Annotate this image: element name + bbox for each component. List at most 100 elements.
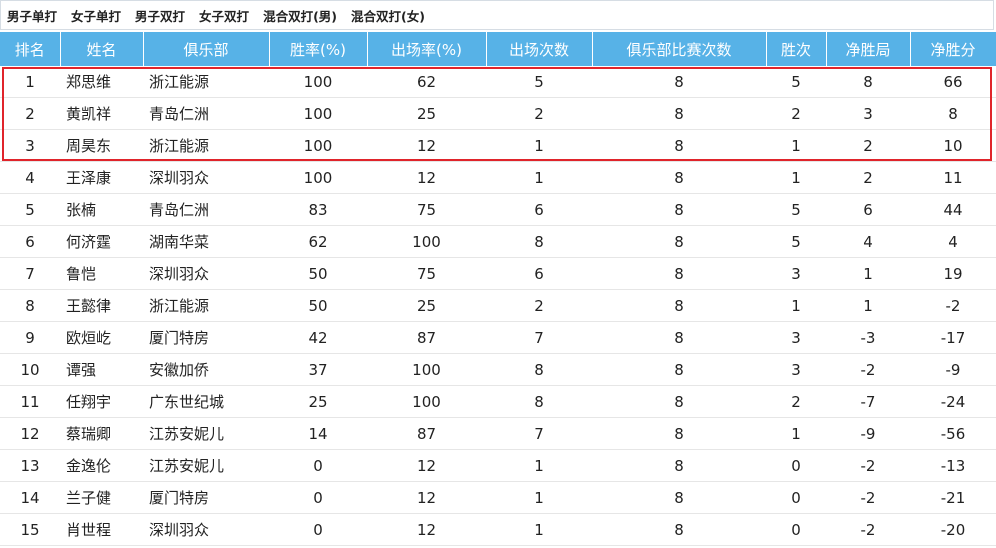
cell-club-matches: 8 [592, 289, 766, 322]
header-appearances[interactable]: 出场次数 [486, 32, 593, 66]
cell-appearances: 6 [486, 257, 592, 290]
cell-appear-rate: 87 [367, 321, 486, 354]
cell-win-rate: 0 [269, 449, 367, 482]
header-net-points[interactable]: 净胜分 [910, 32, 996, 66]
cell-net-games: -2 [826, 449, 910, 482]
cell-net-games: 1 [826, 257, 910, 290]
cell-win-rate: 100 [269, 97, 367, 130]
cell-appearances: 1 [486, 129, 592, 162]
cell-club-matches: 8 [592, 449, 766, 482]
tab-mens-singles[interactable]: 男子单打 [7, 6, 57, 25]
cell-rank: 2 [0, 97, 60, 130]
cell-win-rate: 50 [269, 289, 367, 322]
table-row: 14 兰子健 厦门特房 0 12 1 8 0 -2 -21 [0, 481, 996, 514]
cell-net-games: -7 [826, 385, 910, 418]
cell-club: 青岛仁洲 [143, 97, 269, 130]
cell-club: 江苏安妮儿 [143, 449, 269, 482]
cell-win-rate: 42 [269, 321, 367, 354]
cell-club-matches: 8 [592, 321, 766, 354]
cell-appear-rate: 75 [367, 257, 486, 290]
cell-club-matches: 8 [592, 417, 766, 450]
cell-rank: 1 [0, 66, 60, 98]
table-row: 10 谭强 安徽加侨 37 100 8 8 3 -2 -9 [0, 353, 996, 386]
cell-name: 周昊东 [60, 129, 143, 162]
cell-win-rate: 37 [269, 353, 367, 386]
cell-net-points: 66 [910, 66, 996, 98]
cell-wins: 3 [766, 257, 826, 290]
header-win-rate[interactable]: 胜率(%) [269, 32, 368, 66]
table-row: 2 黄凯祥 青岛仁洲 100 25 2 8 2 3 8 [0, 97, 996, 130]
cell-club-matches: 8 [592, 161, 766, 194]
cell-appear-rate: 75 [367, 193, 486, 226]
cell-club: 深圳羽众 [143, 257, 269, 290]
cell-rank: 9 [0, 321, 60, 354]
table-body: 1 郑思维 浙江能源 100 62 5 8 5 8 66 2 黄凯祥 青岛仁洲 100 25 2 8 2 3 8 3 周昊… [0, 66, 996, 546]
cell-name: 任翔宇 [60, 385, 143, 418]
cell-appearances: 6 [486, 193, 592, 226]
cell-appear-rate: 87 [367, 417, 486, 450]
cell-rank: 15 [0, 513, 60, 546]
cell-rank: 14 [0, 481, 60, 514]
cell-club-matches: 8 [592, 97, 766, 130]
header-club[interactable]: 俱乐部 [143, 32, 270, 66]
cell-appear-rate: 100 [367, 353, 486, 386]
cell-net-points: -24 [910, 385, 996, 418]
cell-appearances: 1 [486, 161, 592, 194]
cell-net-points: 8 [910, 97, 996, 130]
cell-rank: 8 [0, 289, 60, 322]
cell-net-points: -17 [910, 321, 996, 354]
cell-name: 王泽康 [60, 161, 143, 194]
cell-wins: 0 [766, 481, 826, 514]
cell-net-games: -9 [826, 417, 910, 450]
cell-net-games: 3 [826, 97, 910, 130]
cell-appearances: 2 [486, 289, 592, 322]
cell-club: 浙江能源 [143, 66, 269, 98]
cell-club-matches: 8 [592, 225, 766, 258]
table-row: 3 周昊东 浙江能源 100 12 1 8 1 2 10 [0, 129, 996, 162]
header-appear-rate[interactable]: 出场率(%) [367, 32, 487, 66]
table-row: 11 任翔宇 广东世纪城 25 100 8 8 2 -7 -24 [0, 385, 996, 418]
cell-win-rate: 25 [269, 385, 367, 418]
cell-wins: 0 [766, 449, 826, 482]
table-row: 9 欧烜屹 厦门特房 42 87 7 8 3 -3 -17 [0, 321, 996, 354]
cell-rank: 13 [0, 449, 60, 482]
cell-net-games: 1 [826, 289, 910, 322]
cell-net-points: 4 [910, 225, 996, 258]
tab-mixed-doubles-women[interactable]: 混合双打(女) [351, 6, 425, 25]
tab-womens-singles[interactable]: 女子单打 [71, 6, 121, 25]
cell-appear-rate: 12 [367, 161, 486, 194]
cell-name: 何济霆 [60, 225, 143, 258]
header-net-games[interactable]: 净胜局 [826, 32, 911, 66]
header-wins[interactable]: 胜次 [766, 32, 827, 66]
cell-appearances: 5 [486, 66, 592, 98]
tab-mens-doubles[interactable]: 男子双打 [135, 6, 185, 25]
table-row: 13 金逸伦 江苏安妮儿 0 12 1 8 0 -2 -13 [0, 449, 996, 482]
cell-wins: 1 [766, 417, 826, 450]
header-rank[interactable]: 排名 [0, 32, 61, 66]
cell-wins: 2 [766, 97, 826, 130]
cell-appearances: 1 [486, 449, 592, 482]
cell-net-games: -2 [826, 353, 910, 386]
cell-wins: 1 [766, 289, 826, 322]
cell-net-games: 4 [826, 225, 910, 258]
cell-club: 浙江能源 [143, 129, 269, 162]
cell-appear-rate: 100 [367, 225, 486, 258]
cell-net-points: -9 [910, 353, 996, 386]
table-row: 6 何济霆 湖南华菜 62 100 8 8 5 4 4 [0, 225, 996, 258]
cell-net-points: -13 [910, 449, 996, 482]
cell-appear-rate: 25 [367, 289, 486, 322]
table-row: 4 王泽康 深圳羽众 100 12 1 8 1 2 11 [0, 161, 996, 194]
cell-appearances: 8 [486, 225, 592, 258]
header-club-matches[interactable]: 俱乐部比赛次数 [592, 32, 767, 66]
cell-club-matches: 8 [592, 353, 766, 386]
table-row: 12 蔡瑞卿 江苏安妮儿 14 87 7 8 1 -9 -56 [0, 417, 996, 450]
header-name[interactable]: 姓名 [60, 32, 144, 66]
tab-mixed-doubles-men[interactable]: 混合双打(男) [263, 6, 337, 25]
cell-win-rate: 100 [269, 66, 367, 98]
cell-win-rate: 0 [269, 481, 367, 514]
cell-appear-rate: 12 [367, 129, 486, 162]
tab-womens-doubles[interactable]: 女子双打 [199, 6, 249, 25]
cell-rank: 7 [0, 257, 60, 290]
cell-appearances: 7 [486, 321, 592, 354]
cell-win-rate: 83 [269, 193, 367, 226]
